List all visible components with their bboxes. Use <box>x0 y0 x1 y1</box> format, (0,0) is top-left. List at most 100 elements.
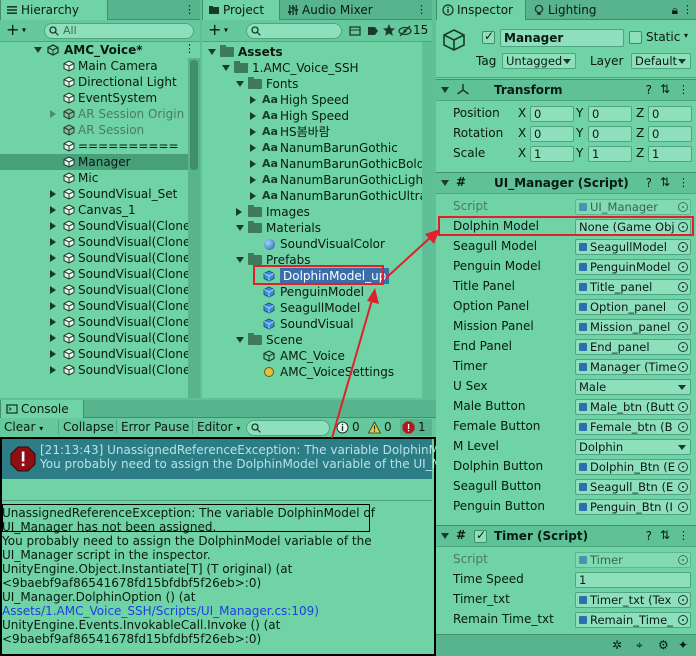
property-value-field[interactable]: 1 <box>575 572 691 588</box>
error-pause-button[interactable]: Error Pause <box>116 420 189 434</box>
expand-arrow-icon[interactable] <box>50 318 56 326</box>
property-value-field[interactable]: Male <box>575 379 691 395</box>
project-item[interactable]: 1.AMC_Voice_SSH <box>202 60 422 76</box>
project-item[interactable]: Aa NanumBarunGothicLight <box>202 172 428 188</box>
clear-button[interactable]: Clear ▾ <box>4 420 43 434</box>
project-item[interactable]: PenguinModel <box>202 284 422 300</box>
property-value-field[interactable]: Option_panel <box>575 299 691 315</box>
expand-arrow-icon[interactable] <box>250 112 256 120</box>
help-icon[interactable]: ? <box>646 176 652 190</box>
help-icon[interactable]: ? <box>646 83 652 97</box>
preset-icon[interactable]: ⇅ <box>660 82 670 96</box>
hierarchy-item[interactable]: ========== <box>0 138 188 154</box>
property-value-field[interactable]: Seagull_Btn (E <box>575 479 691 495</box>
hierarchy-item[interactable]: SoundVisual(Clone <box>0 218 190 234</box>
expand-arrow-icon[interactable] <box>250 96 256 104</box>
object-picker-icon[interactable] <box>678 615 688 625</box>
project-scrollbar[interactable] <box>422 42 432 398</box>
expand-arrow-icon[interactable] <box>50 206 56 214</box>
hierarchy-item[interactable]: SoundVisual(Clone <box>0 346 190 362</box>
project-item[interactable]: Aa High Speed <box>202 108 422 124</box>
property-value-field[interactable]: Female_btn (B <box>575 419 691 435</box>
collapse-button[interactable]: Collapse <box>58 420 114 434</box>
favorite-star-icon[interactable] <box>382 23 396 37</box>
object-picker-icon[interactable] <box>678 402 688 412</box>
foldout-arrow-icon[interactable] <box>441 87 449 93</box>
property-value-field[interactable]: Title_panel <box>575 279 691 295</box>
preset-icon[interactable]: ⇅ <box>660 175 670 189</box>
hierarchy-search-input[interactable]: All <box>44 23 194 39</box>
layer-dropdown[interactable]: Default <box>631 53 691 69</box>
tab-inspector[interactable]: Inspector <box>436 0 526 20</box>
expand-arrow-icon[interactable] <box>34 47 42 53</box>
filter-label-icon[interactable] <box>366 24 380 38</box>
hierarchy-item[interactable]: SoundVisual_Set <box>0 186 188 202</box>
project-menu-icon[interactable]: ⋮ <box>416 4 427 16</box>
expand-arrow-icon[interactable] <box>250 176 256 184</box>
tab-console[interactable]: Console <box>0 400 84 418</box>
transform-y-input[interactable]: 1 <box>588 146 632 162</box>
transform-z-input[interactable]: 0 <box>648 126 692 142</box>
inspector-menu-icon[interactable]: ⋮ <box>682 4 693 16</box>
expand-arrow-icon[interactable] <box>250 192 256 200</box>
hierarchy-item[interactable]: SoundVisual(Clone <box>0 266 190 282</box>
hierarchy-item[interactable]: SoundVisual(Clone <box>0 314 190 330</box>
expand-arrow-icon[interactable] <box>236 225 244 231</box>
warning-count-toggle[interactable]: 0 <box>368 419 398 436</box>
hierarchy-item[interactable]: SoundVisual(Clone <box>0 298 190 314</box>
expand-arrow-icon[interactable] <box>222 65 230 71</box>
object-picker-icon[interactable] <box>678 595 688 605</box>
foldout-arrow-icon[interactable] <box>441 533 449 539</box>
project-item[interactable]: Aa HS봄바람 <box>202 124 422 140</box>
cursor-icon[interactable]: ⌖ <box>636 638 643 653</box>
expand-arrow-icon[interactable] <box>236 81 244 87</box>
object-picker-icon[interactable] <box>678 362 688 372</box>
bell-icon[interactable]: ✦ <box>678 638 688 652</box>
expand-arrow-icon[interactable] <box>50 270 56 278</box>
transform-header[interactable]: Transform ? ⇅ ⋮ <box>436 79 696 101</box>
tag-dropdown[interactable]: Untagged <box>502 53 576 69</box>
expand-arrow-icon[interactable] <box>50 334 56 342</box>
hierarchy-item[interactable]: AR Session Origin <box>0 106 188 122</box>
project-item[interactable]: Aa NanumBarunGothicBold <box>202 156 424 172</box>
transform-x-input[interactable]: 0 <box>530 106 574 122</box>
hierarchy-add-button[interactable]: + ▾ <box>6 21 26 40</box>
object-picker-icon[interactable] <box>678 422 688 432</box>
object-picker-icon[interactable] <box>678 262 688 272</box>
expand-arrow-icon[interactable] <box>50 110 56 118</box>
hierarchy-item[interactable]: Manager <box>0 154 188 170</box>
property-value-field[interactable]: Dolphin <box>575 439 691 455</box>
tab-hierarchy[interactable]: Hierarchy <box>0 0 108 20</box>
object-picker-icon[interactable] <box>678 322 688 332</box>
lock-icon[interactable]: 🔒︎ <box>672 3 678 18</box>
project-item[interactable]: Images <box>202 204 422 220</box>
hierarchy-item[interactable]: SoundVisual(Clone <box>0 362 190 378</box>
property-value-field[interactable]: Male_btn (Butt <box>575 399 691 415</box>
project-item[interactable]: Scene <box>202 332 422 348</box>
info-count-toggle[interactable]: 0 <box>336 419 366 436</box>
bug-icon[interactable]: ✲ <box>612 638 622 652</box>
project-item[interactable]: Assets <box>202 44 422 60</box>
object-picker-icon[interactable] <box>678 502 688 512</box>
object-picker-icon[interactable] <box>678 462 688 472</box>
static-dropdown-icon[interactable]: ▾ <box>684 31 688 40</box>
property-value-field[interactable]: Dolphin_Btn (E <box>575 459 691 475</box>
hierarchy-item[interactable]: Canvas_1 <box>0 202 188 218</box>
timer-enabled-checkbox[interactable] <box>474 528 487 543</box>
expand-arrow-icon[interactable] <box>236 337 244 343</box>
hierarchy-item[interactable]: Main Camera <box>0 58 188 74</box>
hierarchy-item[interactable]: SoundVisual(Clone <box>0 282 190 298</box>
hierarchy-scroll-thumb[interactable] <box>190 60 198 170</box>
project-item[interactable]: SeagullModel <box>202 300 422 316</box>
expand-arrow-icon[interactable] <box>50 222 56 230</box>
scene-menu-icon[interactable]: ⋮ <box>184 43 195 55</box>
expand-arrow-icon[interactable] <box>50 286 56 294</box>
console-search-input[interactable] <box>246 420 330 436</box>
foldout-arrow-icon[interactable] <box>441 180 449 186</box>
property-value-field[interactable]: Manager (Time <box>575 359 691 375</box>
project-item[interactable]: SoundVisualColor <box>202 236 422 252</box>
project-item[interactable]: Aa NanumBarunGothicUltral <box>202 188 430 204</box>
preset-icon[interactable]: ⇅ <box>660 528 670 542</box>
expand-arrow-icon[interactable] <box>236 208 242 216</box>
expand-arrow-icon[interactable] <box>50 350 56 358</box>
